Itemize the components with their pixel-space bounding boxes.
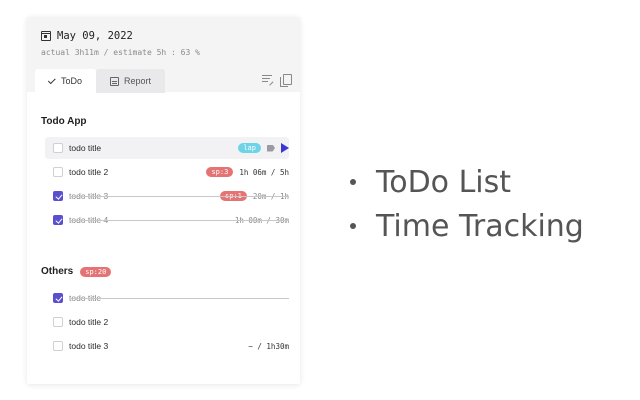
todo-checkbox[interactable] xyxy=(53,215,63,225)
feature-text: ToDo List xyxy=(376,164,512,200)
tab-report[interactable]: Report xyxy=(96,69,166,93)
todo-checkbox[interactable] xyxy=(53,191,63,201)
feature-list: ToDo List Time Tracking xyxy=(350,160,584,248)
feature-text: Time Tracking xyxy=(376,208,584,244)
todo-checkbox[interactable] xyxy=(53,293,63,303)
todo-checkbox[interactable] xyxy=(53,167,63,177)
strikethrough-line xyxy=(71,298,289,299)
time-stats: actual 3h11m / estimate 5h : 63 % xyxy=(41,48,200,57)
time-value: 1h 06m / 5h xyxy=(239,167,289,177)
bullet-dot xyxy=(350,223,356,229)
todo-item[interactable]: todo title lap xyxy=(45,137,289,159)
todo-title: todo title xyxy=(69,143,102,153)
todo-panel: May 09, 2022 actual 3h11m / estimate 5h … xyxy=(27,17,300,384)
current-date[interactable]: May 09, 2022 xyxy=(57,30,133,42)
report-icon xyxy=(110,76,120,86)
story-point-badge: sp:20 xyxy=(80,266,112,277)
tab-todo[interactable]: ToDo xyxy=(35,69,97,93)
group-title-todo-app: Todo App xyxy=(41,116,87,127)
todo-checkbox[interactable] xyxy=(53,317,63,327)
calendar-icon[interactable] xyxy=(41,31,51,41)
feature-item: Time Tracking xyxy=(350,204,584,248)
tab-report-label: Report xyxy=(124,76,152,86)
tab-bar: ToDo Report xyxy=(35,69,166,93)
time-value: ~ / 1h30m xyxy=(248,341,289,351)
todo-title: todo title 3 xyxy=(69,341,109,351)
group-title-label: Others xyxy=(41,266,74,277)
strikethrough-line xyxy=(71,220,289,221)
play-icon[interactable] xyxy=(281,143,289,153)
todo-item[interactable]: todo title 3 ~ / 1h30m xyxy=(45,335,289,357)
tag-icon[interactable] xyxy=(267,144,275,152)
todo-item[interactable]: todo title 3 sp:1 20m / 1h xyxy=(45,185,289,207)
feature-item: ToDo List xyxy=(350,160,584,204)
header-tools xyxy=(262,74,292,87)
tab-todo-label: ToDo xyxy=(61,76,83,86)
story-point-badge: sp:3 xyxy=(206,167,234,177)
todo-checkbox[interactable] xyxy=(53,341,63,351)
copy-icon[interactable] xyxy=(280,74,292,87)
todo-checkbox[interactable] xyxy=(53,143,63,153)
date-row: May 09, 2022 xyxy=(41,28,133,44)
group-title-label: Todo App xyxy=(41,116,87,127)
panel-header: May 09, 2022 actual 3h11m / estimate 5h … xyxy=(27,17,300,93)
group-title-others: Others sp:20 xyxy=(41,266,112,277)
todo-title: todo title 2 xyxy=(69,167,109,177)
bullet-dot xyxy=(350,179,356,185)
todo-item[interactable]: todo title xyxy=(45,287,289,309)
todo-item[interactable]: todo title 2 sp:3 1h 06m / 5h xyxy=(45,161,289,183)
label-badge: lap xyxy=(238,143,261,153)
todo-item[interactable]: todo title 2 xyxy=(45,311,289,333)
check-icon xyxy=(47,76,56,85)
todo-item[interactable]: todo title 4 1h 00m / 30m xyxy=(45,209,289,231)
strikethrough-line xyxy=(71,196,289,197)
todo-title: todo title 2 xyxy=(69,317,109,327)
edit-list-icon[interactable] xyxy=(262,74,274,85)
